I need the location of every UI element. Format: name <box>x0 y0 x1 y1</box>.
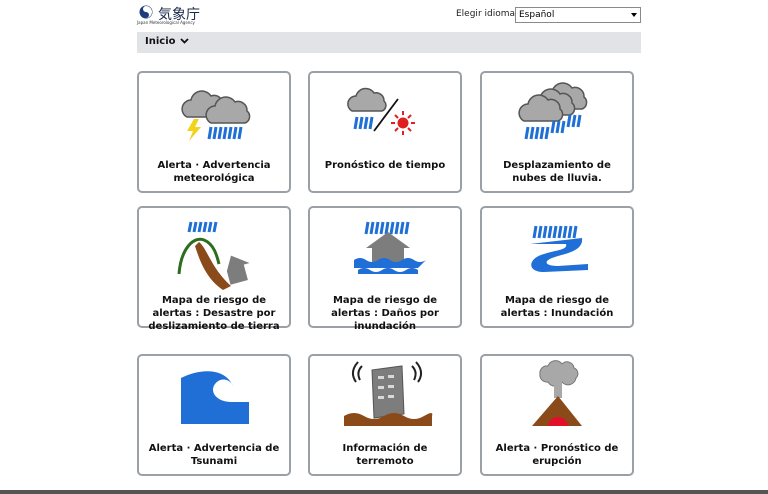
tile-eruption-forecast[interactable]: Alerta · Pronóstico de erupción <box>480 354 634 476</box>
tile-label: Pronóstico de tiempo <box>324 160 446 171</box>
tsunami-icon <box>181 371 249 424</box>
earthquake-icon <box>344 361 433 426</box>
tile-weather-forecast[interactable]: Pronóstico de tiempo <box>308 71 462 193</box>
nav-home-menu[interactable]: Inicio <box>145 36 189 47</box>
weather-forecast-icon <box>347 87 415 135</box>
logo-subtext: Japan Meteorological Agency <box>137 20 195 25</box>
tile-rain-clouds[interactable]: Desplazamiento de nubes de lluvia. <box>480 71 634 193</box>
bottom-edge-bar <box>0 490 768 494</box>
tile-weather-warning[interactable]: Alerta · Advertencia meteorológica <box>137 71 291 193</box>
tile-label: Alerta · Advertencia de Tsunami <box>148 443 280 467</box>
tile-label: Información de terremoto <box>342 443 428 467</box>
tile-label: Desplazamiento de nubes de lluvia. <box>503 160 611 184</box>
language-label: Elegir idioma <box>456 9 516 19</box>
tile-tsunami[interactable]: Alerta · Advertencia de Tsunami <box>137 354 291 476</box>
tile-earthquake-info[interactable]: Información de terremoto <box>308 354 462 476</box>
tile-flood-damage-risk[interactable]: Mapa de riesgo de alertas : Daños por in… <box>308 206 462 332</box>
tile-label: Mapa de riesgo de alertas : Inundación <box>500 295 614 319</box>
tile-label: Mapa de riesgo de alertas : Desastre por… <box>148 295 280 332</box>
volcano-icon <box>532 360 582 426</box>
dropdown-caret-icon <box>631 13 637 17</box>
page: 気象庁 Japan Meteorological Agency Elegir i… <box>137 0 641 494</box>
language-selected-value: Español <box>519 10 555 20</box>
landslide-icon <box>177 221 250 290</box>
house-flood-icon <box>354 221 426 274</box>
storm-warning-icon <box>181 90 251 141</box>
chevron-down-icon <box>179 38 189 44</box>
tile-label: Mapa de riesgo de alertas : Daños por in… <box>331 295 439 332</box>
nav-bar: Inicio <box>137 32 641 53</box>
tile-label: Alerta · Advertencia meteorológica <box>157 160 271 184</box>
tile-inundation-risk[interactable]: Mapa de riesgo de alertas : Inundación <box>480 206 634 328</box>
language-select[interactable]: Español <box>515 7 641 23</box>
tile-landslide-risk[interactable]: Mapa de riesgo de alertas : Desastre por… <box>137 206 291 332</box>
tile-label: Alerta · Pronóstico de erupción <box>495 443 619 467</box>
jma-logo[interactable]: 気象庁 Japan Meteorological Agency <box>137 3 203 25</box>
river-flood-icon <box>530 225 588 272</box>
rain-clouds-icon <box>518 82 588 140</box>
nav-home-label: Inicio <box>145 36 176 47</box>
header: 気象庁 Japan Meteorological Agency Elegir i… <box>137 0 641 30</box>
jma-emblem-icon <box>139 5 153 19</box>
